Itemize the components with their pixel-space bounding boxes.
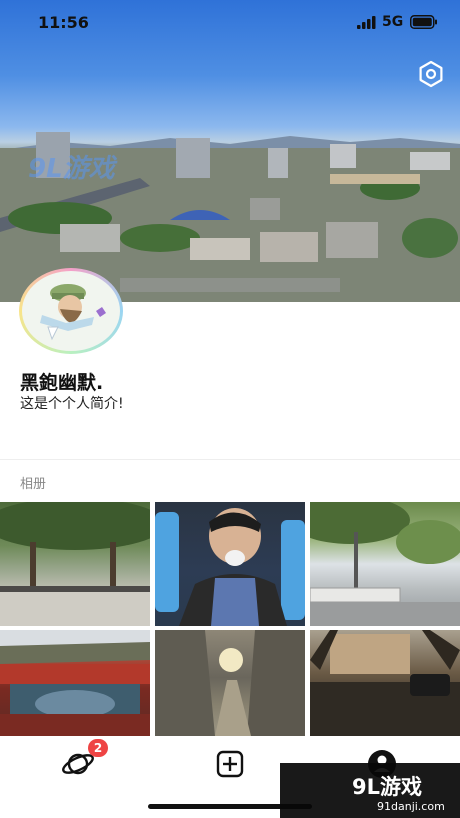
album-photo-campus[interactable] xyxy=(310,630,460,736)
album-photo-temple[interactable] xyxy=(0,630,150,736)
battery-icon xyxy=(410,15,437,29)
street-scene xyxy=(310,502,460,626)
signal-icon xyxy=(357,16,376,29)
person-scene xyxy=(155,508,305,626)
photo-grid xyxy=(0,502,460,736)
section-divider xyxy=(0,459,460,460)
status-time: 11:56 xyxy=(38,13,89,32)
campus-scene xyxy=(310,630,460,736)
cartoon-character-icon xyxy=(40,284,106,341)
album-photo-street[interactable] xyxy=(310,502,460,626)
park-scene xyxy=(0,502,150,626)
watermark-overlay: 9L游戏 91danji.com xyxy=(280,763,460,818)
avatar-image xyxy=(22,271,120,351)
album-photo-person[interactable] xyxy=(155,502,305,626)
album-photo-sunset-path[interactable] xyxy=(155,630,305,736)
profile-name: 黑鉋幽默. xyxy=(20,372,104,394)
temple-scene xyxy=(0,630,150,736)
profile-bio: 这是个个人简介! xyxy=(20,396,124,412)
add-post-icon[interactable] xyxy=(210,744,250,784)
network-label: 5G xyxy=(382,14,404,30)
notification-badge: 2 xyxy=(88,739,108,757)
watermark-logo: 9L游戏 xyxy=(352,775,422,799)
album-section-title: 相册 xyxy=(20,477,47,492)
avatar[interactable] xyxy=(19,268,123,354)
path-scene xyxy=(155,630,305,736)
album-photo-park[interactable] xyxy=(0,502,150,626)
cover-watermark: 9L游戏 xyxy=(28,154,115,184)
status-bar: 11:56 5G xyxy=(0,0,460,46)
settings-icon[interactable] xyxy=(417,60,445,88)
watermark-url: 91danji.com xyxy=(377,800,445,813)
